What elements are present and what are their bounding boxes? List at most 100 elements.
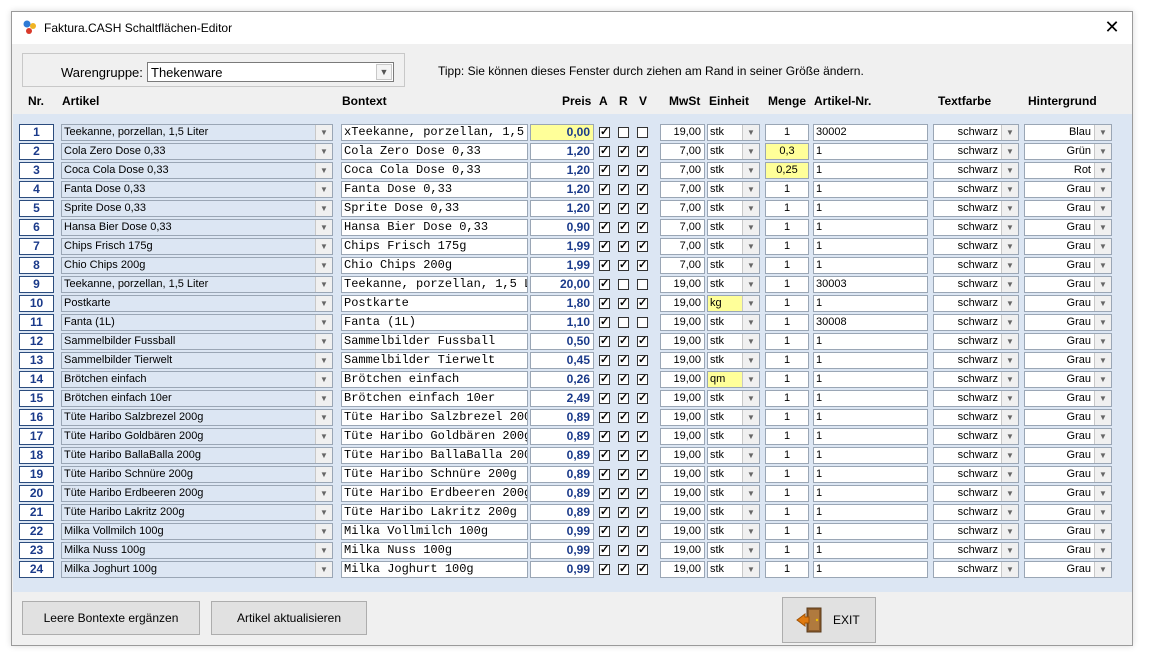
artikel-select[interactable]: Brötchen einfach ▼ xyxy=(61,371,333,388)
checkbox-a[interactable] xyxy=(599,486,610,499)
preis-input[interactable]: 1,80 xyxy=(530,295,594,312)
chevron-down-icon[interactable]: ▼ xyxy=(1094,429,1111,444)
bontext-input[interactable]: xTeekanne, porzellan, 1,5 xyxy=(341,124,528,141)
chevron-down-icon[interactable]: ▼ xyxy=(1094,315,1111,330)
preis-input[interactable]: 0,90 xyxy=(530,219,594,236)
checkbox-r[interactable] xyxy=(618,127,629,138)
chevron-down-icon[interactable]: ▼ xyxy=(1001,486,1018,501)
bontext-input[interactable]: Tüte Haribo Goldbären 200g xyxy=(341,428,528,445)
menge-input[interactable]: 1 xyxy=(765,314,809,331)
menge-input[interactable]: 1 xyxy=(765,276,809,293)
row-number[interactable]: 21 xyxy=(19,504,54,521)
textfarbe-select[interactable]: schwarz ▼ xyxy=(933,295,1019,312)
mwst-input[interactable]: 19,00 xyxy=(660,447,705,464)
chevron-down-icon[interactable]: ▼ xyxy=(742,182,759,197)
row-number[interactable]: 8 xyxy=(19,257,54,274)
einheit-select[interactable]: stk ▼ xyxy=(707,333,760,350)
hintergrund-select[interactable]: Grau ▼ xyxy=(1024,314,1112,331)
preis-input[interactable]: 1,20 xyxy=(530,181,594,198)
checkbox-v[interactable] xyxy=(637,562,648,575)
chevron-down-icon[interactable]: ▼ xyxy=(742,353,759,368)
menge-input[interactable]: 1 xyxy=(765,238,809,255)
einheit-select[interactable]: kg ▼ xyxy=(707,295,760,312)
row-number[interactable]: 22 xyxy=(19,523,54,540)
checkbox-v[interactable] xyxy=(637,334,648,347)
artikelnr-input[interactable]: 1 xyxy=(813,143,928,160)
row-number[interactable]: 20 xyxy=(19,485,54,502)
chevron-down-icon[interactable]: ▼ xyxy=(1001,410,1018,425)
einheit-select[interactable]: stk ▼ xyxy=(707,504,760,521)
menge-input[interactable]: 1 xyxy=(765,504,809,521)
hintergrund-select[interactable]: Grau ▼ xyxy=(1024,371,1112,388)
artikel-select[interactable]: Fanta (1L) ▼ xyxy=(61,314,333,331)
menge-input[interactable]: 1 xyxy=(765,447,809,464)
chevron-down-icon[interactable]: ▼ xyxy=(1094,144,1111,159)
einheit-select[interactable]: stk ▼ xyxy=(707,314,760,331)
artikelnr-input[interactable]: 1 xyxy=(813,162,928,179)
menge-input[interactable]: 0,25 xyxy=(765,162,809,179)
checkbox-a[interactable] xyxy=(599,524,610,537)
artikelnr-input[interactable]: 1 xyxy=(813,200,928,217)
preis-input[interactable]: 0,45 xyxy=(530,352,594,369)
mwst-input[interactable]: 19,00 xyxy=(660,124,705,141)
checkbox-r[interactable] xyxy=(618,410,629,423)
checkbox-v[interactable] xyxy=(637,163,648,176)
checkbox-r[interactable] xyxy=(618,201,629,214)
hintergrund-select[interactable]: Grau ▼ xyxy=(1024,428,1112,445)
checkbox-a[interactable] xyxy=(599,239,610,252)
hintergrund-select[interactable]: Grau ▼ xyxy=(1024,466,1112,483)
chevron-down-icon[interactable]: ▼ xyxy=(1001,391,1018,406)
textfarbe-select[interactable]: schwarz ▼ xyxy=(933,124,1019,141)
checkbox-v[interactable] xyxy=(637,467,648,480)
chevron-down-icon[interactable]: ▼ xyxy=(315,144,332,159)
checkbox-r[interactable] xyxy=(618,296,629,309)
artikel-select[interactable]: Tüte Haribo Lakritz 200g ▼ xyxy=(61,504,333,521)
row-number[interactable]: 11 xyxy=(19,314,54,331)
checkbox-r[interactable] xyxy=(618,317,629,328)
textfarbe-select[interactable]: schwarz ▼ xyxy=(933,485,1019,502)
einheit-select[interactable]: stk ▼ xyxy=(707,485,760,502)
checkbox-r[interactable] xyxy=(618,353,629,366)
checkbox-r[interactable] xyxy=(618,486,629,499)
menge-input[interactable]: 1 xyxy=(765,561,809,578)
textfarbe-select[interactable]: schwarz ▼ xyxy=(933,333,1019,350)
bontext-input[interactable]: Tüte Haribo BallaBalla 200 xyxy=(341,447,528,464)
artikelnr-input[interactable]: 1 xyxy=(813,181,928,198)
chevron-down-icon[interactable]: ▼ xyxy=(1094,277,1111,292)
chevron-down-icon[interactable]: ▼ xyxy=(1094,543,1111,558)
row-number[interactable]: 13 xyxy=(19,352,54,369)
chevron-down-icon[interactable]: ▼ xyxy=(742,334,759,349)
preis-input[interactable]: 0,99 xyxy=(530,523,594,540)
chevron-down-icon[interactable]: ▼ xyxy=(742,277,759,292)
chevron-down-icon[interactable]: ▼ xyxy=(315,353,332,368)
mwst-input[interactable]: 19,00 xyxy=(660,276,705,293)
bontext-input[interactable]: Tüte Haribo Erdbeeren 200g xyxy=(341,485,528,502)
textfarbe-select[interactable]: schwarz ▼ xyxy=(933,504,1019,521)
menge-input[interactable]: 1 xyxy=(765,352,809,369)
chevron-down-icon[interactable]: ▼ xyxy=(1094,220,1111,235)
textfarbe-select[interactable]: schwarz ▼ xyxy=(933,219,1019,236)
bontext-input[interactable]: Tüte Haribo Schnüre 200g xyxy=(341,466,528,483)
checkbox-r[interactable] xyxy=(618,334,629,347)
chevron-down-icon[interactable]: ▼ xyxy=(1094,258,1111,273)
artikelnr-input[interactable]: 1 xyxy=(813,409,928,426)
checkbox-a[interactable] xyxy=(599,429,610,442)
row-number[interactable]: 3 xyxy=(19,162,54,179)
chevron-down-icon[interactable]: ▼ xyxy=(315,220,332,235)
chevron-down-icon[interactable]: ▼ xyxy=(742,296,759,311)
menge-input[interactable]: 1 xyxy=(765,219,809,236)
checkbox-v[interactable] xyxy=(637,410,648,423)
hintergrund-select[interactable]: Grau ▼ xyxy=(1024,257,1112,274)
checkbox-v[interactable] xyxy=(637,317,648,328)
chevron-down-icon[interactable]: ▼ xyxy=(315,239,332,254)
checkbox-a[interactable] xyxy=(599,144,610,157)
chevron-down-icon[interactable]: ▼ xyxy=(742,239,759,254)
artikelnr-input[interactable]: 1 xyxy=(813,219,928,236)
artikelnr-input[interactable]: 30008 xyxy=(813,314,928,331)
chevron-down-icon[interactable]: ▼ xyxy=(315,277,332,292)
checkbox-r[interactable] xyxy=(618,239,629,252)
bontext-input[interactable]: Cola Zero Dose 0,33 xyxy=(341,143,528,160)
checkbox-a[interactable] xyxy=(599,467,610,480)
chevron-down-icon[interactable]: ▼ xyxy=(315,543,332,558)
einheit-select[interactable]: stk ▼ xyxy=(707,200,760,217)
